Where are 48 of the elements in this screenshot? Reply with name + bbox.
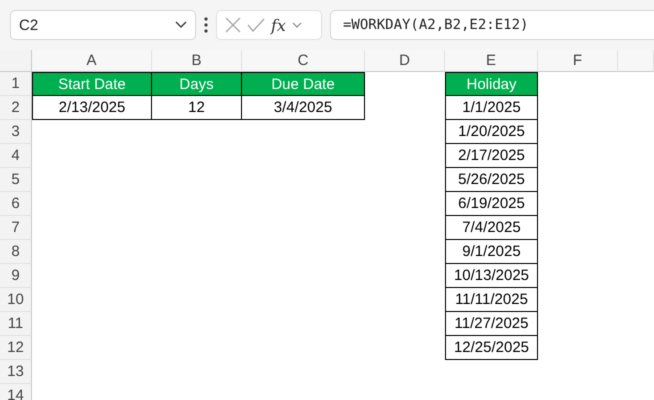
row-header[interactable]: 4: [0, 144, 32, 168]
row-header[interactable]: 2: [0, 96, 32, 120]
table-cell: 11/27/2025: [445, 312, 538, 336]
table-cell: 6/19/2025: [445, 192, 538, 216]
table-cell: 12/25/2025: [445, 336, 538, 360]
check-icon[interactable]: [247, 18, 265, 32]
more-options-icon[interactable]: [204, 17, 208, 33]
table-cell: 11/11/2025: [445, 288, 538, 312]
row-header[interactable]: 13: [0, 360, 32, 384]
table-cell: 12: [152, 96, 242, 120]
header-cell: Due Date: [242, 72, 365, 96]
table-cell: 1/1/2025: [445, 96, 538, 120]
formula-field[interactable]: =WORKDAY(A2,B2,E2:E12): [330, 10, 654, 40]
table-cell: 7/4/2025: [445, 216, 538, 240]
column-header[interactable]: A: [32, 50, 152, 72]
table-cell: 1/20/2025: [445, 120, 538, 144]
column-header[interactable]: C: [242, 50, 365, 72]
header-cell: Holiday: [445, 72, 538, 96]
row-header[interactable]: 7: [0, 216, 32, 240]
chevron-down-icon[interactable]: [292, 22, 302, 28]
row-header[interactable]: 11: [0, 312, 32, 336]
row-header[interactable]: 3: [0, 120, 32, 144]
row-header[interactable]: 9: [0, 264, 32, 288]
row-header[interactable]: 8: [0, 240, 32, 264]
table-cell: 3/4/2025: [242, 96, 365, 120]
chevron-down-icon: [175, 21, 187, 29]
cancel-icon[interactable]: [225, 17, 241, 33]
row-header[interactable]: 10: [0, 288, 32, 312]
name-box[interactable]: C2: [10, 10, 196, 40]
column-header[interactable]: [618, 50, 654, 72]
column-header[interactable]: F: [538, 50, 618, 72]
row-header[interactable]: 6: [0, 192, 32, 216]
row-header[interactable]: 1: [0, 72, 32, 96]
column-header[interactable]: B: [152, 50, 242, 72]
insert-function-button[interactable]: fx: [271, 16, 286, 34]
table-cell: 2/13/2025: [32, 96, 152, 120]
column-header[interactable]: D: [365, 50, 445, 72]
table-cell: 5/26/2025: [445, 168, 538, 192]
row-header[interactable]: 5: [0, 168, 32, 192]
table-cell: 2/17/2025: [445, 144, 538, 168]
column-header[interactable]: E: [445, 50, 538, 72]
header-cell: Start Date: [32, 72, 152, 96]
row-header[interactable]: 14: [0, 384, 32, 400]
row-header[interactable]: 12: [0, 336, 32, 360]
select-all-corner[interactable]: [0, 50, 32, 72]
table-cell: 10/13/2025: [445, 264, 538, 288]
header-cell: Days: [152, 72, 242, 96]
table-cell: 9/1/2025: [445, 240, 538, 264]
